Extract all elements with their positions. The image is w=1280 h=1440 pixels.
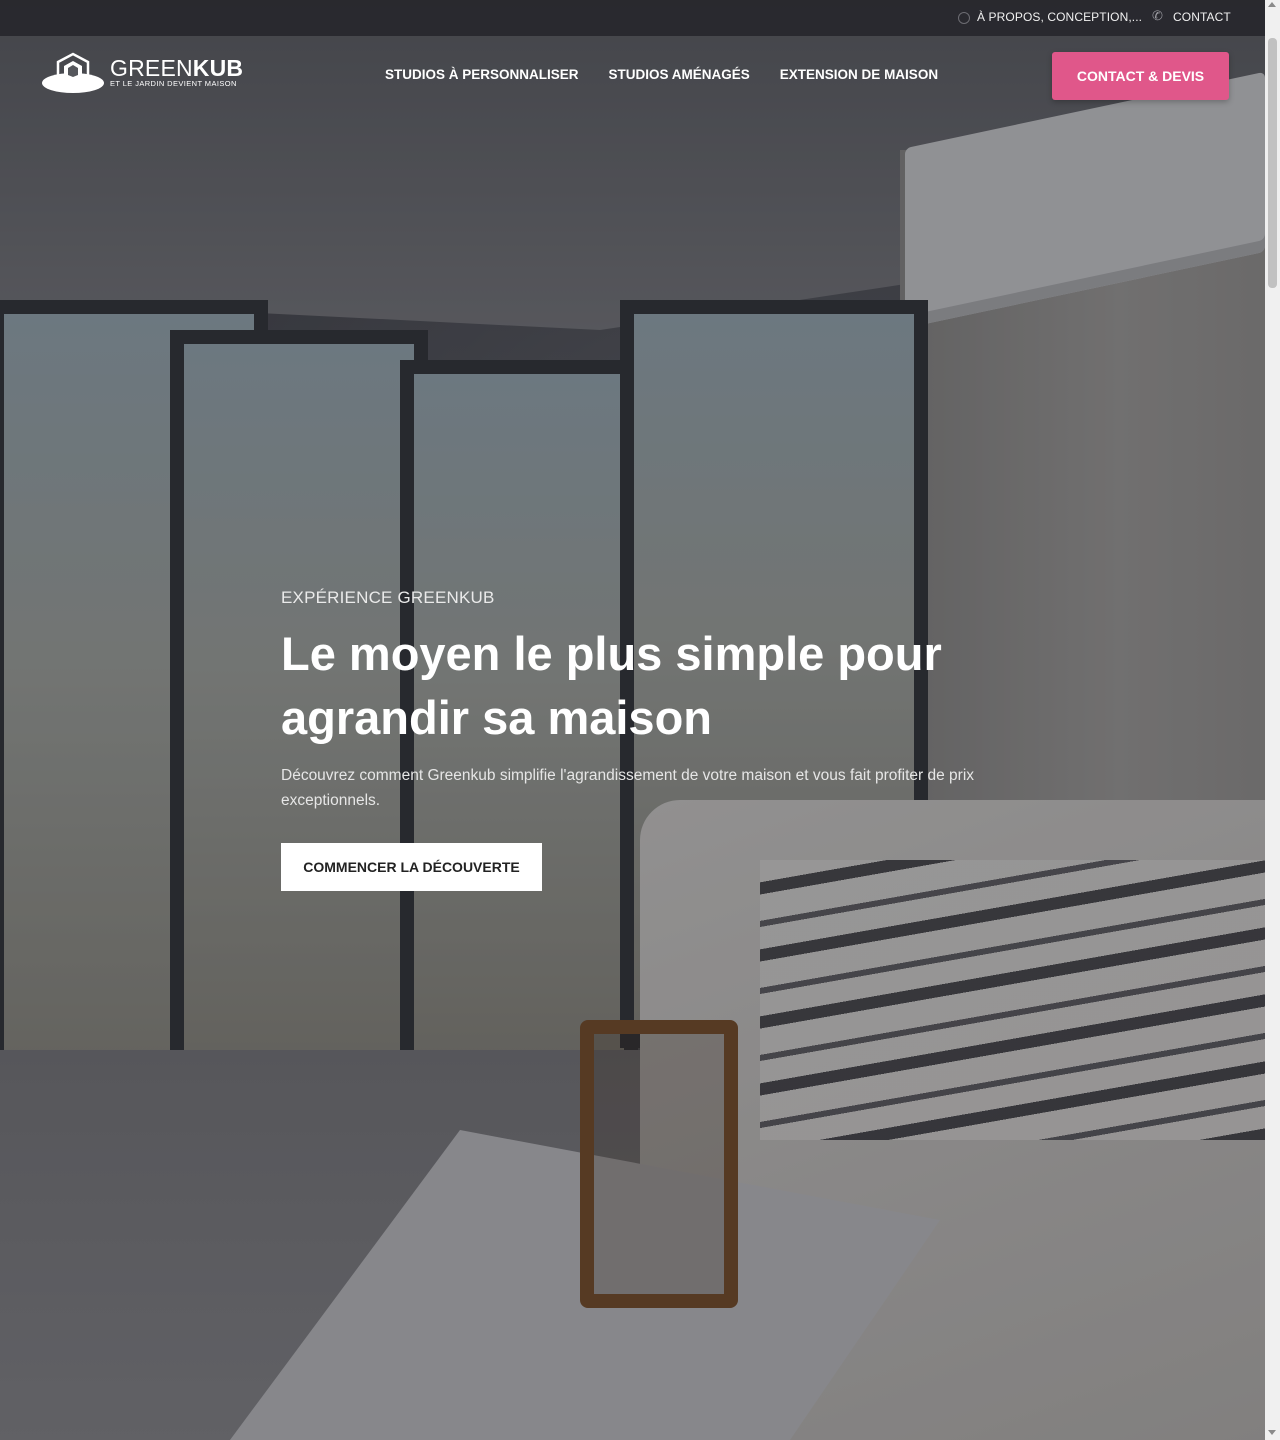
- nav-item-studios-amenages[interactable]: STUDIOS AMÉNAGÉS: [609, 67, 750, 82]
- main-nav: STUDIOS À PERSONNALISER STUDIOS AMÉNAGÉS…: [385, 67, 938, 82]
- phone-icon: ✆: [1152, 8, 1163, 23]
- scroll-down-arrow-icon[interactable]: [1268, 1430, 1276, 1435]
- hero-eyebrow: EXPÉRIENCE GREENKUB: [281, 588, 495, 607]
- hero-subtext: Découvrez comment Greenkub simplifie l'a…: [281, 767, 975, 809]
- logo-wordmark-kub: KUB: [192, 55, 244, 81]
- info-icon: [958, 12, 970, 24]
- hero-headline: Le moyen le plus simple pour agrandir sa…: [281, 627, 942, 744]
- site-logo[interactable]: GREENKUB ET LE JARDIN DEVIENT MAISON: [42, 52, 243, 96]
- greenkub-logo-icon: [42, 52, 104, 93]
- scroll-up-arrow-icon[interactable]: [1268, 2, 1276, 7]
- logo-tagline: ET LE JARDIN DEVIENT MAISON: [110, 79, 237, 88]
- topbar-about-link[interactable]: À PROPOS, CONCEPTION,...: [977, 10, 1142, 24]
- top-bar: À PROPOS, CONCEPTION,... ✆ CONTACT: [0, 0, 1265, 36]
- logo-wordmark-green: GREEN: [110, 55, 193, 81]
- topbar-contact-link[interactable]: CONTACT: [1173, 10, 1231, 24]
- scrollbar-thumb[interactable]: [1268, 38, 1277, 288]
- start-discovery-button[interactable]: COMMENCER LA DÉCOUVERTE: [281, 843, 542, 891]
- nav-item-studios-personnaliser[interactable]: STUDIOS À PERSONNALISER: [385, 67, 579, 82]
- logo-wordmark: GREENKUB: [110, 55, 243, 82]
- nav-item-extension-maison[interactable]: EXTENSION DE MAISON: [780, 67, 938, 82]
- contact-devis-button[interactable]: CONTACT & DEVIS: [1052, 52, 1229, 100]
